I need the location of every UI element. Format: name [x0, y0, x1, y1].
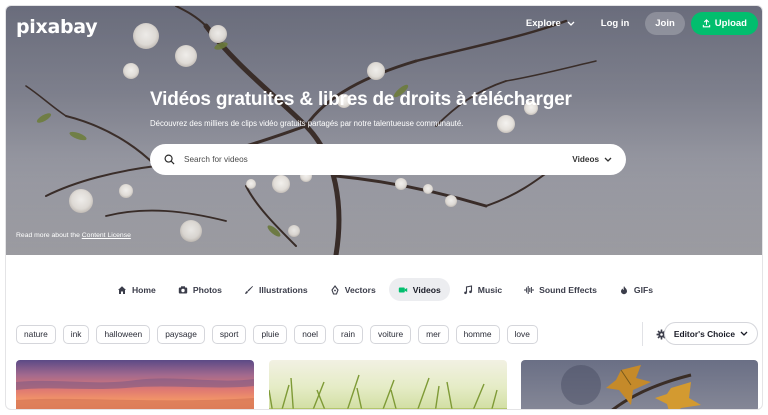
media-type-tabs: Home Photos Illustrations Vectors Videos…: [6, 278, 762, 301]
tag-chip[interactable]: nature: [16, 324, 56, 344]
search-input[interactable]: [184, 155, 573, 164]
tab-music[interactable]: Music: [454, 278, 511, 301]
sort-label: Editor's Choice: [673, 328, 735, 339]
video-thumbnail[interactable]: [16, 360, 254, 409]
pen-nib-icon: [331, 284, 339, 295]
tag-chip[interactable]: sport: [211, 324, 247, 344]
tab-photos[interactable]: Photos: [169, 278, 231, 301]
video-thumbnail[interactable]: [521, 360, 758, 409]
tab-label: Photos: [192, 284, 222, 295]
tag-chip[interactable]: halloween: [96, 324, 151, 344]
tag-chip[interactable]: rain: [333, 324, 363, 344]
search-icon[interactable]: [164, 154, 176, 166]
tab-label: GIFs: [633, 284, 654, 295]
explore-menu-button[interactable]: Explore: [516, 12, 585, 35]
upload-button[interactable]: Upload: [690, 12, 758, 35]
music-note-icon: [463, 284, 472, 294]
tag-filter-row: nature ink halloween paysage sport pluie…: [16, 322, 758, 346]
tab-label: Illustrations: [258, 284, 308, 295]
video-thumbnail[interactable]: [269, 360, 507, 409]
tab-label: Home: [131, 284, 156, 295]
upload-label: Upload: [714, 18, 747, 29]
brush-icon: [244, 285, 253, 294]
tag-chip[interactable]: love: [506, 324, 538, 344]
video-icon: [398, 287, 407, 292]
tag-chip[interactable]: pluie: [253, 324, 288, 344]
search-type-dropdown[interactable]: Videos: [572, 155, 612, 164]
join-button[interactable]: Join: [645, 12, 685, 35]
license-prefix: Read more about the: [16, 232, 80, 239]
tab-vectors[interactable]: Vectors: [321, 278, 385, 301]
top-navigation: Explore Log in Join Upload: [516, 12, 758, 35]
pixabay-logo[interactable]: pixabay: [16, 16, 98, 38]
tab-label: Vectors: [344, 284, 376, 295]
tab-videos[interactable]: Videos: [388, 278, 450, 301]
tab-gifs[interactable]: GIFs: [610, 278, 662, 301]
flame-icon: [620, 285, 627, 294]
browser-window: pixabay Explore Log in Join Upload Vidéo…: [5, 5, 763, 410]
grass-image: [269, 374, 507, 409]
chevron-down-icon: [740, 331, 748, 336]
tab-illustrations[interactable]: Illustrations: [235, 278, 317, 301]
tag-chip[interactable]: homme: [455, 324, 500, 344]
tab-label: Videos: [412, 284, 441, 295]
divider: [642, 322, 643, 346]
video-results-grid: [16, 360, 758, 409]
hero-subtitle: Découvrez des milliers de clips vidéo gr…: [150, 119, 464, 128]
tag-chip[interactable]: paysage: [157, 324, 205, 344]
chevron-down-icon: [604, 157, 612, 162]
upload-icon: [702, 19, 710, 28]
hero-banner: pixabay Explore Log in Join Upload Vidéo…: [6, 6, 762, 255]
tag-chip[interactable]: noel: [294, 324, 327, 344]
search-type-label: Videos: [572, 155, 599, 164]
login-link[interactable]: Log in: [591, 12, 640, 35]
hero-overlay: [6, 6, 762, 255]
tab-label: Sound Effects: [539, 284, 597, 295]
tab-sound-effects[interactable]: Sound Effects: [515, 278, 606, 301]
sort-dropdown[interactable]: Editor's Choice: [663, 322, 758, 345]
tab-home[interactable]: Home: [108, 278, 165, 301]
hero-title: Vidéos gratuites & libres de droits à té…: [150, 89, 572, 110]
content-license-note: Read more about the Content License: [16, 232, 131, 239]
tag-list: nature ink halloween paysage sport pluie…: [16, 324, 538, 344]
tag-chip[interactable]: ink: [62, 324, 90, 344]
explore-label: Explore: [525, 18, 561, 29]
home-icon: [117, 285, 126, 294]
tag-chip[interactable]: voiture: [370, 324, 412, 344]
content-license-link[interactable]: Content License: [82, 232, 131, 239]
camera-icon: [178, 285, 188, 293]
waveform-icon: [524, 285, 534, 294]
tag-chip[interactable]: mer: [418, 324, 449, 344]
autumn-leaves-image: [561, 365, 701, 409]
sunset-image: [16, 378, 254, 409]
search-bar: Videos: [150, 144, 626, 175]
chevron-down-icon: [567, 21, 575, 26]
tab-label: Music: [477, 284, 503, 295]
